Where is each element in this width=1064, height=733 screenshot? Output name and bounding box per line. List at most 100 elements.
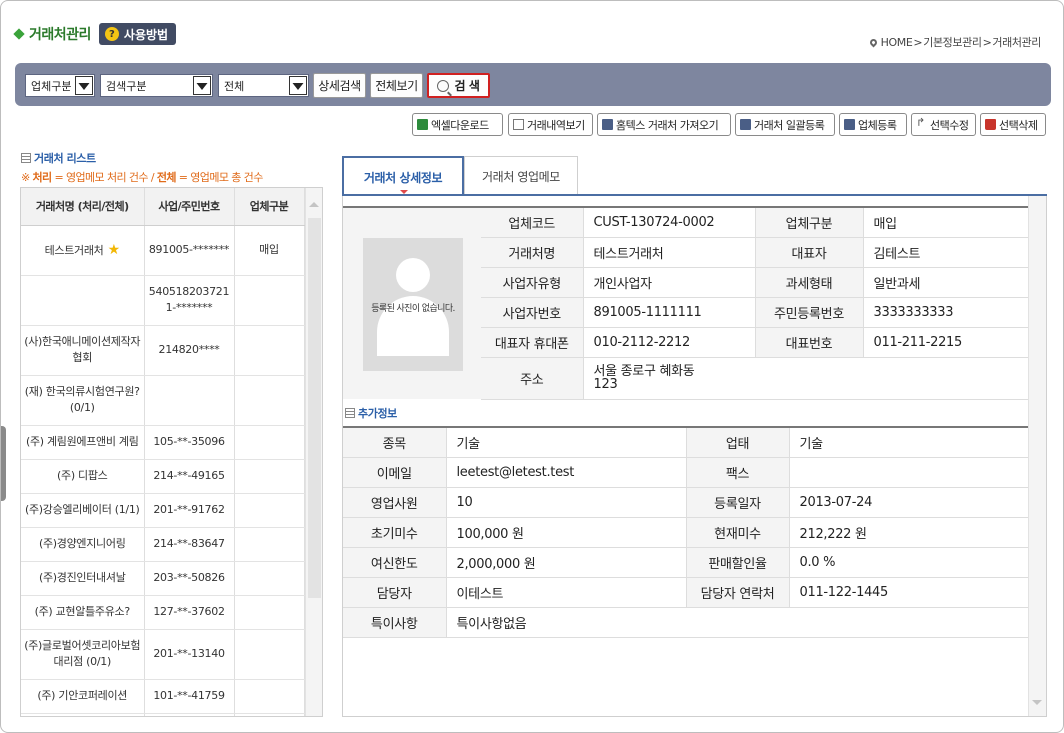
view-all-button[interactable]: 전체보기 xyxy=(370,73,423,98)
company-name-cell[interactable]: (주) 교현알틀주유소? xyxy=(21,595,145,630)
business-label: 업태 xyxy=(686,427,790,458)
company-name-text: (주)경양엔지니어링 xyxy=(38,537,126,550)
search-type-select[interactable]: 검색구분 xyxy=(100,74,213,97)
breadcrumb-level1[interactable]: 기본정보관리 xyxy=(923,34,982,50)
app-frame: 거래처관리 ? 사용방법 HOME > 기본정보관리 > 거래처관리 업체구분 … xyxy=(0,0,1064,733)
scroll-down-arrow-icon[interactable] xyxy=(1032,700,1042,705)
bulk-register-button[interactable]: 거래처 일괄등록 xyxy=(735,113,835,136)
note-processed-desc: = 영업메모 처리 건수 / xyxy=(51,171,157,184)
biz-number-cell: 201-**-13140 xyxy=(144,629,235,680)
list-title-text: 거래처 리스트 xyxy=(34,152,96,165)
basic-info-table: 업체코드 CUST-130724-0002 업체구분 매입 거래처명 테스트거래… xyxy=(481,206,1029,400)
table-row[interactable]: 5405182037211-******* xyxy=(21,275,305,326)
register-company-button[interactable]: 업체등록 xyxy=(839,113,907,136)
table-row[interactable]: (재) 한국의류시험연구원? (0/1) xyxy=(21,375,305,426)
table-row[interactable]: (주)강승엘리베이터 (1/1) 201-**-91762 xyxy=(21,493,305,528)
company-type-cell xyxy=(234,561,305,596)
table-row[interactable]: (주) 기안코퍼레이션 101-**-41759 xyxy=(21,679,305,714)
company-name-text: (주) 디팝스 xyxy=(57,469,108,482)
ceo-mobile-value: 010-2112-2212 xyxy=(583,327,756,358)
delete-selected-button[interactable]: 선택삭제 xyxy=(980,113,1046,136)
help-button[interactable]: ? 사용방법 xyxy=(98,23,177,45)
tab-sales-memo[interactable]: 거래처 영업메모 xyxy=(464,156,578,196)
document-icon xyxy=(513,119,524,130)
list-icon xyxy=(345,408,355,418)
company-name-cell[interactable]: (사)한국애니메이션제작자협회 xyxy=(21,325,145,376)
company-type-cell xyxy=(234,275,305,326)
address-label: 주소 xyxy=(481,357,584,400)
scroll-thumb[interactable] xyxy=(308,218,321,598)
company-type-select[interactable]: 업체구분 xyxy=(25,74,95,97)
edit-selected-label: 선택수정 xyxy=(930,118,969,132)
company-name-cell[interactable]: (주) 기안코퍼레이션 xyxy=(21,679,145,714)
company-name-cell[interactable]: (주)경양엔지니어링 xyxy=(21,527,145,562)
detail-scrollbar[interactable] xyxy=(1028,196,1046,716)
company-name-cell[interactable] xyxy=(21,713,145,716)
edit-selected-button[interactable]: 선택수정 xyxy=(911,113,976,136)
company-name-cell[interactable]: (주)글로벌어셋코리아보험대리점 (0/1) xyxy=(21,629,145,680)
table-row[interactable]: (사)한국애니메이션제작자협회 214820**** xyxy=(21,325,305,376)
company-name-cell[interactable]: (주)경진인터내셔날 xyxy=(21,561,145,596)
company-name-cell[interactable]: (재) 한국의류시험연구원? (0/1) xyxy=(21,375,145,426)
column-header-name[interactable]: 거래처명 (처리/전체) xyxy=(21,188,145,226)
scope-select[interactable]: 전체 xyxy=(218,74,309,97)
search-icon xyxy=(437,79,450,92)
company-code-value: CUST-130724-0002 xyxy=(583,207,756,238)
column-header-bizno[interactable]: 사업/주민번호 xyxy=(144,188,235,226)
table-row[interactable]: (주)경양엔지니어링 214-**-83647 xyxy=(21,527,305,562)
tab-company-detail[interactable]: 거래처 상세정보 xyxy=(342,156,464,196)
location-pin-icon xyxy=(868,37,879,47)
side-collapse-handle[interactable] xyxy=(1,426,6,501)
biz-no-label: 사업자번호 xyxy=(481,297,584,328)
table-row[interactable]: (주)경진인터내셔날 203-**-50826 xyxy=(21,561,305,596)
table-row[interactable]: (주) 계림원에프앤비 계림 105-**-35096 xyxy=(21,425,305,460)
company-name-text: (주)강승엘리베이터 (1/1) xyxy=(24,503,140,516)
ceo-value: 김테스트 xyxy=(863,237,1029,268)
list-scrollbar[interactable] xyxy=(305,188,322,716)
delete-selected-label: 선택삭제 xyxy=(999,118,1038,132)
detail-search-button[interactable]: 상세검색 xyxy=(313,73,366,98)
dropdown-arrow-icon xyxy=(75,76,93,95)
biz-number-cell: 891005-******* xyxy=(144,225,235,276)
list-legend-note: ※ 처리 = 영업메모 처리 건수 / 전체 = 영업메모 총 건수 xyxy=(21,169,263,185)
table-row[interactable]: (주) 디팝스 214-**-49165 xyxy=(21,459,305,494)
view-history-button[interactable]: 거래내역보기 xyxy=(508,113,593,136)
breadcrumb-separator: > xyxy=(982,35,992,49)
biz-kind-value: 개인사업자 xyxy=(583,267,756,298)
table-row[interactable]: (주) 교현알틀주유소? 127-**-37602 xyxy=(21,595,305,630)
table-row[interactable]: 테스트거래처 ★ 891005-******* 매입 xyxy=(21,225,305,276)
company-name-cell[interactable]: (주) 계림원에프앤비 계림 xyxy=(21,425,145,460)
company-name-cell[interactable]: (주)강승엘리베이터 (1/1) xyxy=(21,493,145,528)
company-list-table: 거래처명 (처리/전체) 사업/주민번호 업체구분 테스트거래처 ★ 891005… xyxy=(21,188,305,716)
table-row[interactable] xyxy=(21,713,305,716)
save-icon xyxy=(602,119,613,130)
company-name-cell[interactable]: 테스트거래처 ★ xyxy=(21,225,145,276)
excel-download-button[interactable]: 엑셀다운로드 xyxy=(412,113,503,136)
breadcrumb-home[interactable]: HOME xyxy=(881,36,913,49)
discount-rate-label: 판매할인율 xyxy=(686,547,790,578)
ceo-mobile-label: 대표자 휴대폰 xyxy=(481,327,584,358)
biz-number-cell: 105-**-35096 xyxy=(144,425,235,460)
initial-unpaid-value: 100,000 원 xyxy=(446,517,687,548)
address-line2: 123 xyxy=(593,377,618,392)
credit-limit-value: 2,000,000 원 xyxy=(446,547,687,578)
help-label: 사용방법 xyxy=(123,27,169,42)
company-type-value: 매입 xyxy=(863,207,1029,238)
email-label: 이메일 xyxy=(343,457,447,488)
column-header-type[interactable]: 업체구분 xyxy=(234,188,305,226)
resident-no-value: 3333333333 xyxy=(863,297,1029,328)
company-name-cell[interactable]: (주) 디팝스 xyxy=(21,459,145,494)
scroll-up-arrow-icon[interactable] xyxy=(309,202,319,207)
note-total-desc: = 영업메모 총 건수 xyxy=(175,171,264,184)
item-value: 기술 xyxy=(446,427,687,458)
company-name-cell[interactable] xyxy=(21,275,145,326)
star-icon: ★ xyxy=(103,241,121,258)
search-button[interactable]: 검 색 xyxy=(427,73,490,98)
trash-icon xyxy=(985,119,996,130)
biz-number-cell: 201-**-91762 xyxy=(144,493,235,528)
table-row[interactable]: (주)글로벌어셋코리아보험대리점 (0/1) 201-**-13140 xyxy=(21,629,305,680)
hometax-import-button[interactable]: 홈텍스 거래처 가져오기 xyxy=(597,113,731,136)
manager-phone-label: 담당자 연락처 xyxy=(686,577,790,608)
search-type-value: 검색구분 xyxy=(106,79,147,93)
company-type-cell xyxy=(234,713,305,716)
